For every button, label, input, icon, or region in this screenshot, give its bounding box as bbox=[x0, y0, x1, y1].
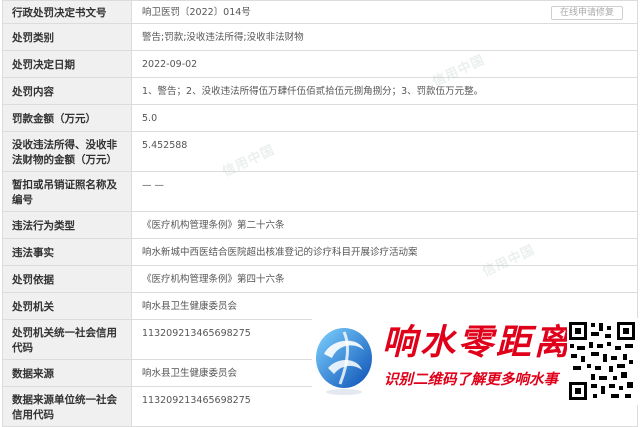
row-value: — — bbox=[142, 180, 165, 191]
row-label: 没收违法所得、没收非法财物的金额（万元） bbox=[3, 132, 132, 171]
row-label: 处罚内容 bbox=[3, 78, 132, 104]
brand-title: 响水零距离 bbox=[382, 322, 573, 363]
row-value: 1、警告；2、没收违法所得伍万肆仟伍佰贰拾伍元捌角捌分；3、罚款伍万元整。 bbox=[142, 86, 484, 97]
table-row: 没收违法所得、没收非法财物的金额（万元） 5.452588 bbox=[2, 132, 638, 172]
table-row: 违法事实 响水新城中西医结合医院超出核准登记的诊疗科目开展诊疗活动案 bbox=[2, 239, 638, 266]
row-label: 暂扣或吊销证照名称及编号 bbox=[3, 172, 132, 211]
table-row: 处罚内容 1、警告；2、没收违法所得伍万肆仟伍佰贰拾伍元捌角捌分；3、罚款伍万元… bbox=[2, 78, 638, 105]
row-label: 数据来源 bbox=[3, 360, 132, 386]
table-row: 违法行为类型 《医疗机构管理条例》第二十六条 bbox=[2, 212, 638, 239]
row-value: 《医疗机构管理条例》第二十六条 bbox=[142, 220, 285, 231]
row-value: 2022-09-02 bbox=[142, 59, 198, 70]
row-label: 数据来源单位统一社会信用代码 bbox=[3, 387, 132, 426]
table-row: 处罚决定日期 2022-09-02 bbox=[2, 51, 638, 78]
table-row: 处罚类别 警告;罚款;没收违法所得;没收非法财物 bbox=[2, 24, 638, 51]
row-value: 响水县卫生健康委员会 bbox=[142, 301, 238, 312]
decision-number: 响卫医罚〔2022〕014号 bbox=[142, 7, 251, 18]
row-label: 处罚决定日期 bbox=[3, 51, 132, 77]
brand-subtitle: 识别二维码了解更多响水事 bbox=[384, 372, 558, 388]
table-row: 行政处罚决定书文号 响卫医罚〔2022〕014号 在线申请修复 bbox=[2, 1, 638, 24]
online-repair-button[interactable]: 在线申请修复 bbox=[550, 6, 623, 20]
row-value: 响卫医罚〔2022〕014号 在线申请修复 bbox=[132, 1, 637, 23]
qr-code-icon[interactable] bbox=[567, 320, 637, 402]
table-row: 罚款金额（万元） 5.0 bbox=[2, 105, 638, 132]
row-label: 处罚机关 bbox=[3, 293, 132, 319]
row-value: 响水新城中西医结合医院超出核准登记的诊疗科目开展诊疗活动案 bbox=[142, 247, 418, 258]
row-label: 处罚机关统一社会信用代码 bbox=[3, 320, 132, 359]
table-row: 处罚机关 响水县卫生健康委员会 bbox=[2, 293, 638, 320]
brand-banner: 响水零距离 识别二维码了解更多响水事 bbox=[312, 318, 640, 405]
row-label: 行政处罚决定书文号 bbox=[3, 1, 132, 23]
row-label: 罚款金额（万元） bbox=[3, 105, 132, 131]
row-value: 警告;罚款;没收违法所得;没收非法财物 bbox=[142, 32, 304, 43]
row-label: 违法事实 bbox=[3, 239, 132, 265]
row-label: 违法行为类型 bbox=[3, 212, 132, 238]
table-row: 处罚依据 《医疗机构管理条例》第四十六条 bbox=[2, 266, 638, 293]
row-value: 5.452588 bbox=[142, 140, 188, 151]
row-value: 《医疗机构管理条例》第四十六条 bbox=[142, 274, 285, 285]
row-value: 5.0 bbox=[142, 113, 158, 124]
swirl-logo-icon bbox=[316, 328, 372, 395]
row-label: 处罚类别 bbox=[3, 24, 132, 50]
row-label: 处罚依据 bbox=[3, 266, 132, 292]
table-row: 暂扣或吊销证照名称及编号 — — bbox=[2, 172, 638, 212]
